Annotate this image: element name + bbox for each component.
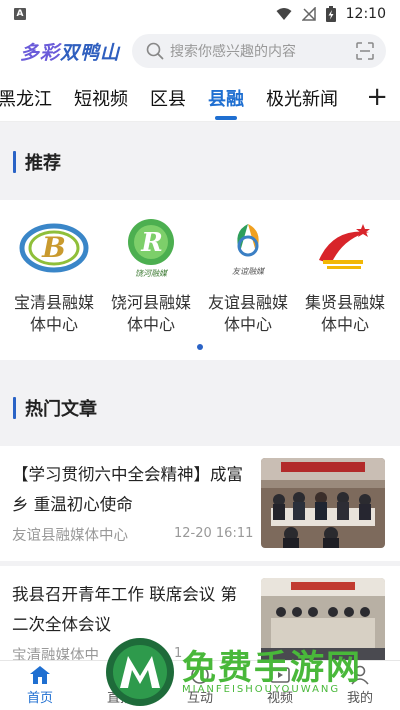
recommend-item-label: 友谊县融媒 体中心 [207,293,288,334]
nav-interact[interactable]: 互动 [160,661,240,710]
nav-video[interactable]: 视频 [240,661,320,710]
search-icon [146,42,164,60]
nav-home[interactable]: 首页 [0,661,80,710]
svg-text:R: R [140,228,163,258]
scan-icon[interactable] [356,42,374,60]
wifi-icon [276,8,292,20]
recommend-section-header: 推荐 [0,136,400,188]
no-signal-icon [301,7,316,21]
recommend-item-label: 饶河县融媒 体中心 [110,293,191,334]
battery-charging-icon [325,6,336,22]
carousel-page-indicator [197,344,203,350]
section-title: 推荐 [25,153,61,174]
article-time: 12-20 16:11 [174,526,254,541]
home-icon [30,666,50,684]
channel-tabs: 黑龙江 短视频 区县 县融 极光新闻 + [0,74,400,122]
section-accent-bar [13,397,16,419]
tab-district[interactable]: 区县 [150,85,186,111]
article-item[interactable]: 【学习贯彻六中全会精神】成富乡 重温初心使命 友谊县融媒体中心 12-20 16… [0,446,400,561]
interact-icon [191,666,209,684]
jixian-logo-icon [310,218,380,278]
tab-county-media[interactable]: 县融 [208,85,244,120]
article-thumbnail [261,578,385,668]
recommend-item-label: 集贤县融媒 体中心 [304,293,385,334]
hot-articles-section-header: 热门文章 [0,382,400,434]
nav-live[interactable]: 直播 [80,661,160,710]
app-header: 多彩双鸭山 搜索你感兴趣的内容 [0,28,400,74]
search-bar[interactable]: 搜索你感兴趣的内容 [132,34,386,68]
tab-short-video[interactable]: 短视频 [74,85,128,111]
youyi-logo-icon: 友谊融媒 [213,218,283,278]
tab-heilongjiang[interactable]: 黑龙江 [0,85,52,111]
recommend-carousel: B 宝清县融媒 体中心 R 饶河融媒 饶河县融媒 体中心 友谊融媒 友谊县融媒 … [0,200,400,360]
article-title: 我县召开青年工作 联席会议 第二次全体会议 [12,585,237,634]
status-icons: 12:10 [276,6,386,22]
recommend-item-raohe[interactable]: R 饶河融媒 饶河县融媒 体中心 [102,218,200,336]
clock: 12:10 [345,6,386,22]
user-icon [351,665,369,685]
status-bar: A 12:10 [0,0,400,28]
section-accent-bar [13,151,16,173]
notification-a-icon: A [14,8,26,20]
recommend-item-baoqing[interactable]: B 宝清县融媒 体中心 [5,218,103,336]
add-channel-button[interactable]: + [366,82,388,112]
search-placeholder: 搜索你感兴趣的内容 [170,44,297,60]
svg-text:B: B [41,231,66,264]
baoqing-logo-icon: B [19,218,89,278]
raohe-logo-icon: R 饶河融媒 [116,218,186,278]
article-thumbnail [261,458,385,548]
bottom-navigation: 首页 直播 互动 视频 我的 [0,660,400,710]
article-time: 1 [174,646,183,661]
tab-aurora-news[interactable]: 极光新闻 [266,85,338,111]
recommend-item-youyi[interactable]: 友谊融媒 友谊县融媒 体中心 [199,218,297,336]
video-icon [270,667,290,683]
nav-mine[interactable]: 我的 [320,661,400,710]
section-title: 热门文章 [25,399,97,420]
article-source: 友谊县融媒体中心 [12,528,128,544]
app-logo[interactable]: 多彩双鸭山 [20,38,120,65]
recommend-item-label: 宝清县融媒 体中心 [13,293,94,334]
recommend-item-jixian[interactable]: 集贤县融媒 体中心 [296,218,394,336]
article-title: 【学习贯彻六中全会精神】成富乡 重温初心使命 [12,465,243,514]
svg-text:友谊融媒: 友谊融媒 [232,267,266,276]
svg-text:饶河融媒: 饶河融媒 [135,269,169,278]
live-icon [110,668,130,684]
